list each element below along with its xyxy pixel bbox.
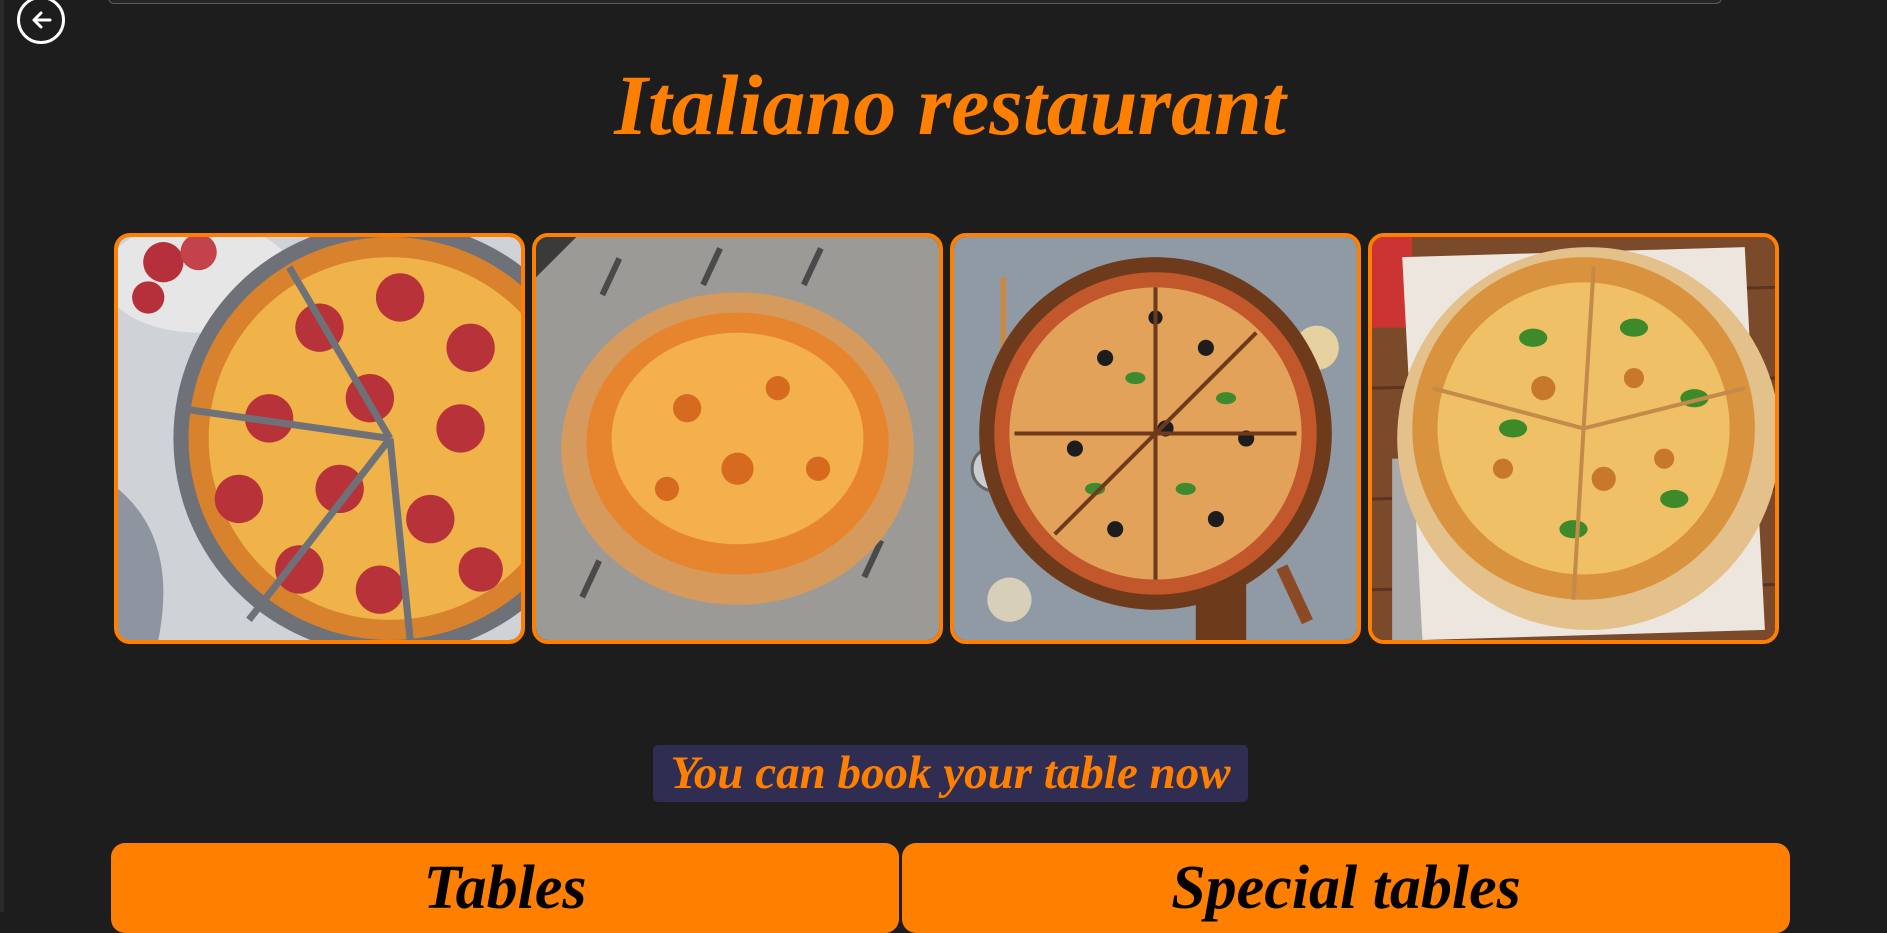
cheese-pizza-photo (532, 233, 943, 644)
address-bar-edge (108, 0, 1722, 4)
special-tables-button[interactable]: Special tables (902, 843, 1790, 933)
supreme-pizza-photo (950, 233, 1361, 644)
back-button[interactable] (17, 0, 65, 44)
pepperoni-pizza-photo (114, 233, 525, 644)
tables-button[interactable]: Tables (111, 843, 899, 933)
basil-pizza-photo (1368, 233, 1779, 644)
pizza-gallery (114, 233, 1779, 644)
page-title: Italiano restaurant (614, 57, 1286, 153)
arrow-left-icon (32, 11, 52, 29)
booking-banner: You can book your table now (653, 745, 1248, 802)
